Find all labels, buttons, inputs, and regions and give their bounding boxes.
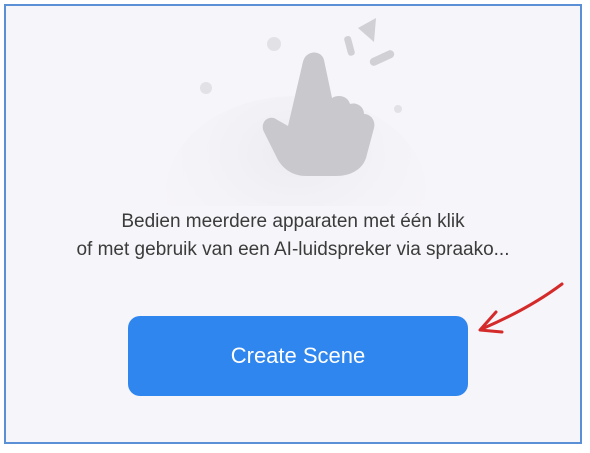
- empty-state-description: Bedien meerdere apparaten met één klik o…: [26, 208, 560, 264]
- description-line-1: Bedien meerdere apparaten met één klik: [121, 211, 465, 232]
- decor-dot: [200, 82, 212, 94]
- create-scene-button-label: Create Scene: [230, 343, 366, 368]
- red-arrow-annotation: [478, 282, 564, 334]
- decor-dot: [394, 105, 402, 113]
- tap-rays-icon: [344, 18, 395, 66]
- tap-hand-illustration: [166, 18, 426, 206]
- create-scene-button[interactable]: Create Scene: [128, 316, 468, 396]
- description-line-2: of met gebruik van een AI-luidspreker vi…: [76, 239, 510, 260]
- scene-empty-state-panel: Bedien meerdere apparaten met één klik o…: [4, 4, 582, 444]
- decor-dot: [267, 37, 281, 51]
